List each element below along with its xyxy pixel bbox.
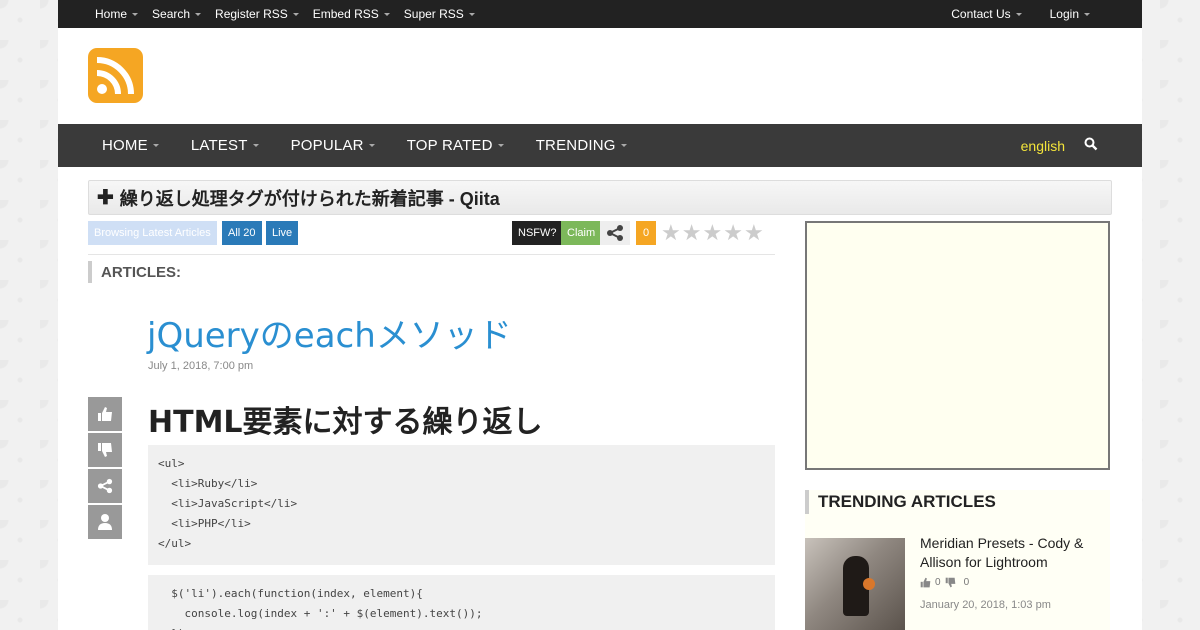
caret-down-icon bbox=[252, 144, 259, 147]
topbar-super-label: Super RSS bbox=[403, 7, 464, 21]
browsing-latest-button[interactable]: Browsing Latest Articles bbox=[88, 221, 217, 245]
article-title-link[interactable]: jQueryのeachメソッド bbox=[147, 308, 512, 357]
star-icon[interactable]: ★ bbox=[682, 222, 702, 244]
page-wrapper: Home Search Register RSS Embed RSS Super… bbox=[58, 0, 1142, 630]
topbar-login-label: Login bbox=[1049, 7, 1079, 21]
nav-top-rated[interactable]: TOP RATED bbox=[407, 137, 504, 154]
star-rating[interactable]: ★ ★ ★ ★ ★ bbox=[661, 222, 765, 244]
star-icon[interactable]: ★ bbox=[744, 222, 764, 244]
topbar-super-rss[interactable]: Super RSS bbox=[404, 7, 475, 21]
nav-trending-label: TRENDING bbox=[535, 137, 616, 154]
topbar-search[interactable]: Search bbox=[152, 7, 202, 21]
caret-down-icon bbox=[152, 144, 159, 147]
topbar-register-label: Register RSS bbox=[215, 7, 288, 21]
topbar-contact[interactable]: Contact Us bbox=[951, 7, 1022, 21]
caret-down-icon bbox=[468, 12, 475, 16]
page-title: 繰り返し処理タグが付けられた新着記事 - Qiita bbox=[119, 188, 500, 209]
articles-heading: ARTICLES: bbox=[88, 261, 181, 283]
trending-item-meta: 0 0 bbox=[920, 577, 969, 588]
nav-home-label: HOME bbox=[102, 137, 148, 154]
claim-button[interactable]: Claim bbox=[561, 221, 602, 245]
topbar-embed-label: Embed RSS bbox=[312, 7, 379, 21]
nav-popular-label: POPULAR bbox=[290, 137, 364, 154]
caret-down-icon bbox=[292, 12, 299, 16]
trending-heading: TRENDING ARTICLES bbox=[805, 490, 1110, 514]
topbar-embed-rss[interactable]: Embed RSS bbox=[313, 7, 390, 21]
language-selector[interactable]: english bbox=[1021, 138, 1065, 154]
topbar-contact-label: Contact Us bbox=[951, 7, 1011, 21]
star-icon[interactable]: ★ bbox=[723, 222, 743, 244]
caret-down-icon bbox=[195, 12, 202, 16]
star-icon[interactable]: ★ bbox=[702, 222, 722, 244]
topbar-home[interactable]: Home bbox=[95, 7, 139, 21]
topbar-right: Contact Us Login bbox=[923, 0, 1090, 28]
topbar-home-label: Home bbox=[95, 7, 128, 21]
thumbs-up-icon[interactable] bbox=[88, 397, 122, 431]
trending-thumbnail[interactable] bbox=[805, 538, 905, 630]
plus-icon[interactable]: ✚ bbox=[97, 185, 114, 210]
share-icon[interactable] bbox=[600, 221, 630, 245]
article-heading: HTML要素に対する繰り返し bbox=[148, 405, 543, 440]
nav-home[interactable]: HOME bbox=[102, 137, 159, 154]
code-block-html: <ul> <li>Ruby</li> <li>JavaScript</li> <… bbox=[148, 445, 775, 565]
nsfw-button[interactable]: NSFW? bbox=[512, 221, 563, 245]
topbar-register-rss[interactable]: Register RSS bbox=[215, 7, 299, 21]
caret-down-icon bbox=[1084, 12, 1090, 16]
article-toolbar: Browsing Latest Articles All 20 Live NSF… bbox=[88, 221, 775, 255]
thumbs-down-icon[interactable] bbox=[945, 577, 956, 588]
top-bar: Home Search Register RSS Embed RSS Super… bbox=[58, 0, 1142, 28]
user-icon[interactable] bbox=[88, 505, 122, 539]
thumbnail-flowers bbox=[863, 578, 875, 590]
like-count: 0 bbox=[935, 577, 941, 588]
code-block-js: $('li').each(function(index, element){ c… bbox=[148, 575, 775, 630]
dislike-count: 0 bbox=[963, 577, 970, 588]
header bbox=[58, 28, 1142, 124]
nav-popular[interactable]: POPULAR bbox=[291, 137, 375, 154]
search-icon[interactable] bbox=[1084, 137, 1098, 155]
topbar-search-label: Search bbox=[152, 7, 191, 21]
star-icon[interactable]: ★ bbox=[661, 222, 681, 244]
count-badge: 0 bbox=[636, 221, 656, 245]
nav-latest[interactable]: LATEST bbox=[191, 137, 259, 154]
caret-down-icon bbox=[368, 144, 375, 147]
page-title-bar: ✚ 繰り返し処理タグが付けられた新着記事 - Qiita bbox=[88, 180, 1112, 215]
article-actions bbox=[88, 397, 122, 541]
nav-latest-label: LATEST bbox=[190, 137, 248, 154]
caret-down-icon bbox=[383, 12, 390, 16]
article-date: July 1, 2018, 7:00 pm bbox=[148, 360, 254, 372]
caret-down-icon bbox=[497, 144, 504, 147]
caret-down-icon bbox=[620, 144, 627, 147]
ad-placeholder bbox=[805, 221, 1110, 470]
caret-down-icon bbox=[1015, 12, 1022, 16]
trending-item-title[interactable]: Meridian Presets - Cody & Allison for Li… bbox=[920, 534, 1100, 572]
main-nav: HOME LATEST POPULAR TOP RATED TRENDING e… bbox=[58, 124, 1142, 167]
trending-item-date: January 20, 2018, 1:03 pm bbox=[920, 599, 1051, 611]
nav-trending[interactable]: TRENDING bbox=[536, 137, 627, 154]
thumbs-up-icon[interactable] bbox=[920, 577, 931, 588]
topbar-login[interactable]: Login bbox=[1050, 7, 1090, 21]
thumbs-down-icon[interactable] bbox=[88, 433, 122, 467]
share-icon[interactable] bbox=[88, 469, 122, 503]
nav-top-rated-label: TOP RATED bbox=[406, 137, 493, 154]
rss-logo-icon[interactable] bbox=[88, 48, 143, 103]
all-articles-button[interactable]: All 20 bbox=[222, 221, 262, 245]
live-button[interactable]: Live bbox=[266, 221, 299, 245]
caret-down-icon bbox=[132, 12, 139, 16]
